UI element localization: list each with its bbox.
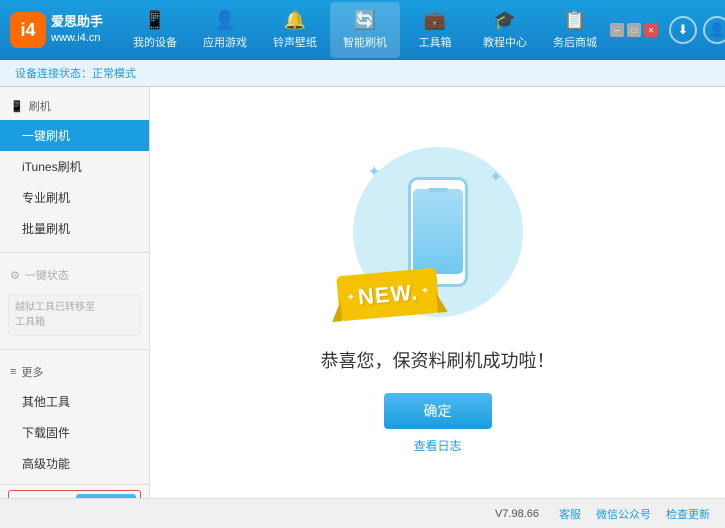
- breadcrumb-prefix: 设备连接状态：: [15, 68, 92, 80]
- success-illustration: ✦ ✦ ✦ ✦ NEW. ✦: [328, 132, 548, 332]
- sidebar-item-download-firmware[interactable]: 下载固件: [0, 417, 149, 448]
- status-link-update[interactable]: 检查更新: [666, 506, 710, 522]
- download-btn[interactable]: ⬇: [669, 16, 697, 44]
- window-minimize-btn[interactable]: ─: [610, 23, 624, 37]
- batch-flash-label: 批量刷机: [22, 220, 70, 237]
- sidebar-divider-2: [0, 349, 149, 350]
- toolbox-icon: 💼: [424, 10, 446, 31]
- header: i4 爱思助手 www.i4.cn 📱 我的设备 👤 应用游戏 🔔 铃声壁纸 🔄…: [0, 0, 725, 60]
- nav-ringtones-label: 铃声壁纸: [273, 34, 317, 50]
- log-link[interactable]: 查看日志: [413, 437, 461, 454]
- header-right: ─ □ ✕ ⬇ 👤: [610, 16, 725, 44]
- status-link-support[interactable]: 客服: [559, 506, 581, 522]
- auto-activate-checkbox-label[interactable]: 自动激活: [13, 497, 71, 498]
- brand-name: 爱思助手: [51, 13, 103, 31]
- smart-flash-icon: 🔄: [354, 10, 376, 31]
- nav-apps-games[interactable]: 👤 应用游戏: [190, 2, 260, 58]
- auto-activate-row: 自动激活 新建向导: [8, 490, 141, 498]
- logo-text: 爱思助手 www.i4.cn: [51, 13, 103, 47]
- sidebar-item-pro-flash[interactable]: 专业刷机: [0, 182, 149, 213]
- status-bar: V7.98.66 客服 微信公众号 检查更新: [0, 498, 725, 528]
- pro-flash-label: 专业刷机: [22, 189, 70, 206]
- phone-screen: [413, 189, 463, 274]
- stars-left: ✦: [346, 291, 355, 303]
- nav-my-device[interactable]: 📱 我的设备: [120, 2, 190, 58]
- logo-area: i4 爱思助手 www.i4.cn: [10, 12, 120, 48]
- breadcrumb: 设备连接状态：正常模式: [0, 60, 725, 87]
- auto-activate-label: 自动激活: [28, 497, 72, 498]
- flash-header-label: 刷机: [29, 98, 51, 114]
- itunes-flash-label: iTunes刷机: [22, 158, 82, 175]
- advanced-label: 高级功能: [22, 455, 70, 472]
- guide-button[interactable]: 新建向导: [76, 494, 136, 498]
- ribbon-tail-left: [330, 301, 342, 322]
- nav-bar: 📱 我的设备 👤 应用游戏 🔔 铃声壁纸 🔄 智能刷机 💼 工具箱 🎓 教程中心…: [120, 2, 610, 58]
- sidebar-item-itunes-flash[interactable]: iTunes刷机: [0, 151, 149, 182]
- other-tools-label: 其他工具: [22, 393, 70, 410]
- one-key-flash-label: 一键刷机: [22, 127, 70, 144]
- success-message: 恭喜您，保资料刷机成功啦！: [321, 347, 555, 373]
- sidebar-item-batch-flash[interactable]: 批量刷机: [0, 213, 149, 244]
- breadcrumb-status: 正常模式: [92, 68, 136, 80]
- status-links: 客服 微信公众号 检查更新: [559, 506, 710, 522]
- nav-tutorial-label: 教程中心: [483, 34, 527, 50]
- window-close-btn[interactable]: ✕: [644, 23, 658, 37]
- sidebar-jailbreak-note: 越狱工具已转移至 工具箱: [8, 294, 141, 336]
- content-area: ✦ ✦ ✦ ✦ NEW. ✦ 恭喜您，保资料刷机成: [150, 87, 725, 498]
- nav-toolbox-label: 工具箱: [419, 34, 452, 50]
- phone-notch: [428, 188, 448, 192]
- main-layout: 📱 刷机 一键刷机 iTunes刷机 专业刷机 批量刷机 ⚙ 一键状态: [0, 87, 725, 498]
- device-area: 自动激活 新建向导 📱 iPhone 15 Pro Max 512GB iPho…: [0, 484, 149, 498]
- flash-header-icon: 📱: [10, 100, 24, 113]
- nav-ringtones[interactable]: 🔔 铃声壁纸: [260, 2, 330, 58]
- nav-smart-flash-label: 智能刷机: [343, 34, 387, 50]
- sidebar-item-advanced[interactable]: 高级功能: [0, 448, 149, 479]
- status-link-wechat[interactable]: 微信公众号: [596, 506, 651, 522]
- new-ribbon: ✦ NEW. ✦: [338, 272, 458, 327]
- sidebar: 📱 刷机 一键刷机 iTunes刷机 专业刷机 批量刷机 ⚙ 一键状态: [0, 87, 150, 498]
- nav-service-label: 务后商城: [553, 34, 597, 50]
- sparkle-top-left: ✦: [368, 162, 381, 182]
- window-maximize-btn[interactable]: □: [627, 23, 641, 37]
- status-header-icon: ⚙: [10, 269, 20, 282]
- ribbon-tail-right: [436, 291, 448, 312]
- sidebar-flash-header: 📱 刷机: [0, 92, 149, 120]
- ringtones-icon: 🔔: [284, 10, 306, 31]
- sidebar-status-section: ⚙ 一键状态 越狱工具已转移至 工具箱: [0, 256, 149, 346]
- sidebar-item-other-tools[interactable]: 其他工具: [0, 386, 149, 417]
- stars-right: ✦: [420, 285, 429, 297]
- more-header-label: 更多: [21, 364, 43, 380]
- nav-tutorial[interactable]: 🎓 教程中心: [470, 2, 540, 58]
- sparkle-top-right: ✦: [489, 167, 502, 187]
- sidebar-more-header: ≡ 更多: [0, 358, 149, 386]
- my-device-icon: 📱: [144, 10, 166, 31]
- sidebar-divider-1: [0, 252, 149, 253]
- sidebar-flash-section: 📱 刷机 一键刷机 iTunes刷机 专业刷机 批量刷机: [0, 87, 149, 249]
- apps-games-icon: 👤: [214, 10, 236, 31]
- more-header-icon: ≡: [10, 366, 16, 378]
- status-header-label: 一键状态: [25, 267, 69, 283]
- tutorial-icon: 🎓: [494, 10, 516, 31]
- nav-my-device-label: 我的设备: [133, 34, 177, 50]
- nav-service[interactable]: 📋 务后商城: [540, 2, 610, 58]
- brand-url: www.i4.cn: [51, 31, 103, 46]
- app-logo-icon: i4: [10, 12, 46, 48]
- new-label: NEW.: [356, 278, 418, 309]
- user-btn[interactable]: 👤: [703, 16, 725, 44]
- service-icon: 📋: [564, 10, 586, 31]
- nav-toolbox[interactable]: 💼 工具箱: [400, 2, 470, 58]
- sidebar-status-header: ⚙ 一键状态: [0, 261, 149, 289]
- version-label: V7.98.66: [495, 508, 539, 520]
- nav-apps-games-label: 应用游戏: [203, 34, 247, 50]
- ribbon-body: ✦ NEW. ✦: [336, 267, 440, 321]
- download-firmware-label: 下载固件: [22, 424, 70, 441]
- confirm-button[interactable]: 确定: [384, 393, 492, 429]
- sidebar-more-section: ≡ 更多 其他工具 下载固件 高级功能: [0, 353, 149, 484]
- sidebar-item-one-key-flash[interactable]: 一键刷机: [0, 120, 149, 151]
- nav-smart-flash[interactable]: 🔄 智能刷机: [330, 2, 400, 58]
